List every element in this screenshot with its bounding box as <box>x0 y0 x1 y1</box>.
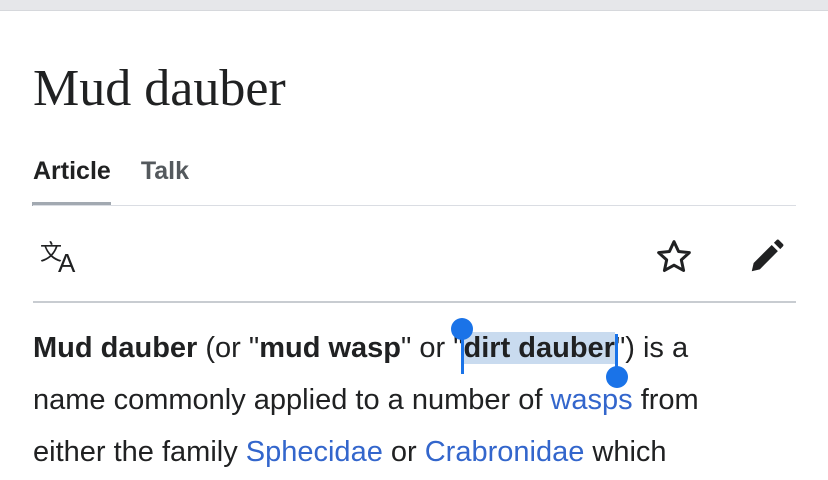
edit-button[interactable] <box>744 236 788 278</box>
text-selection[interactable]: dirt dauber <box>450 318 628 388</box>
article-line: name commonly applied to a number of was… <box>33 374 803 426</box>
article-text: either the family <box>33 436 246 468</box>
selection-end-handle[interactable] <box>605 366 628 388</box>
tabs-divider <box>33 205 796 206</box>
selection-start-caret <box>460 334 464 374</box>
article-text: from <box>632 384 699 416</box>
language-button[interactable]: 文 A <box>38 236 86 276</box>
star-icon <box>657 240 691 272</box>
pencil-icon <box>751 239 784 272</box>
translate-icon: 文 A <box>40 241 76 276</box>
tab-talk[interactable]: Talk <box>141 152 189 206</box>
selection-start-handle[interactable] <box>450 318 473 340</box>
watch-button[interactable] <box>652 236 696 278</box>
toolbar-divider <box>33 301 796 303</box>
article-body: Mud dauber (or "mud wasp" or " dirt daube… <box>33 318 803 478</box>
article-text: or <box>382 436 425 468</box>
svg-text:A: A <box>58 248 76 276</box>
term-bold: mud wasp <box>259 332 402 364</box>
link-wasps[interactable]: wasps <box>550 384 632 416</box>
article-line: either the family Sphecidae or Crabronid… <box>33 426 803 478</box>
link-crabronidae[interactable]: Crabronidae <box>425 436 585 468</box>
term-bold: Mud dauber <box>33 332 198 364</box>
top-bar <box>0 0 828 11</box>
page-title: Mud dauber <box>33 60 286 117</box>
article-text: (or " <box>197 332 260 364</box>
tab-article[interactable]: Article <box>32 152 111 206</box>
selected-text[interactable]: dirt dauber <box>463 332 615 364</box>
article-text: name commonly applied to a number of <box>33 384 551 416</box>
link-sphecidae[interactable]: Sphecidae <box>246 436 383 468</box>
page-tabs: Article Talk <box>32 152 219 206</box>
article-text: ") is a <box>614 332 689 364</box>
article-line: Mud dauber (or "mud wasp" or " dirt daube… <box>33 318 803 388</box>
article-text: which <box>584 436 667 468</box>
